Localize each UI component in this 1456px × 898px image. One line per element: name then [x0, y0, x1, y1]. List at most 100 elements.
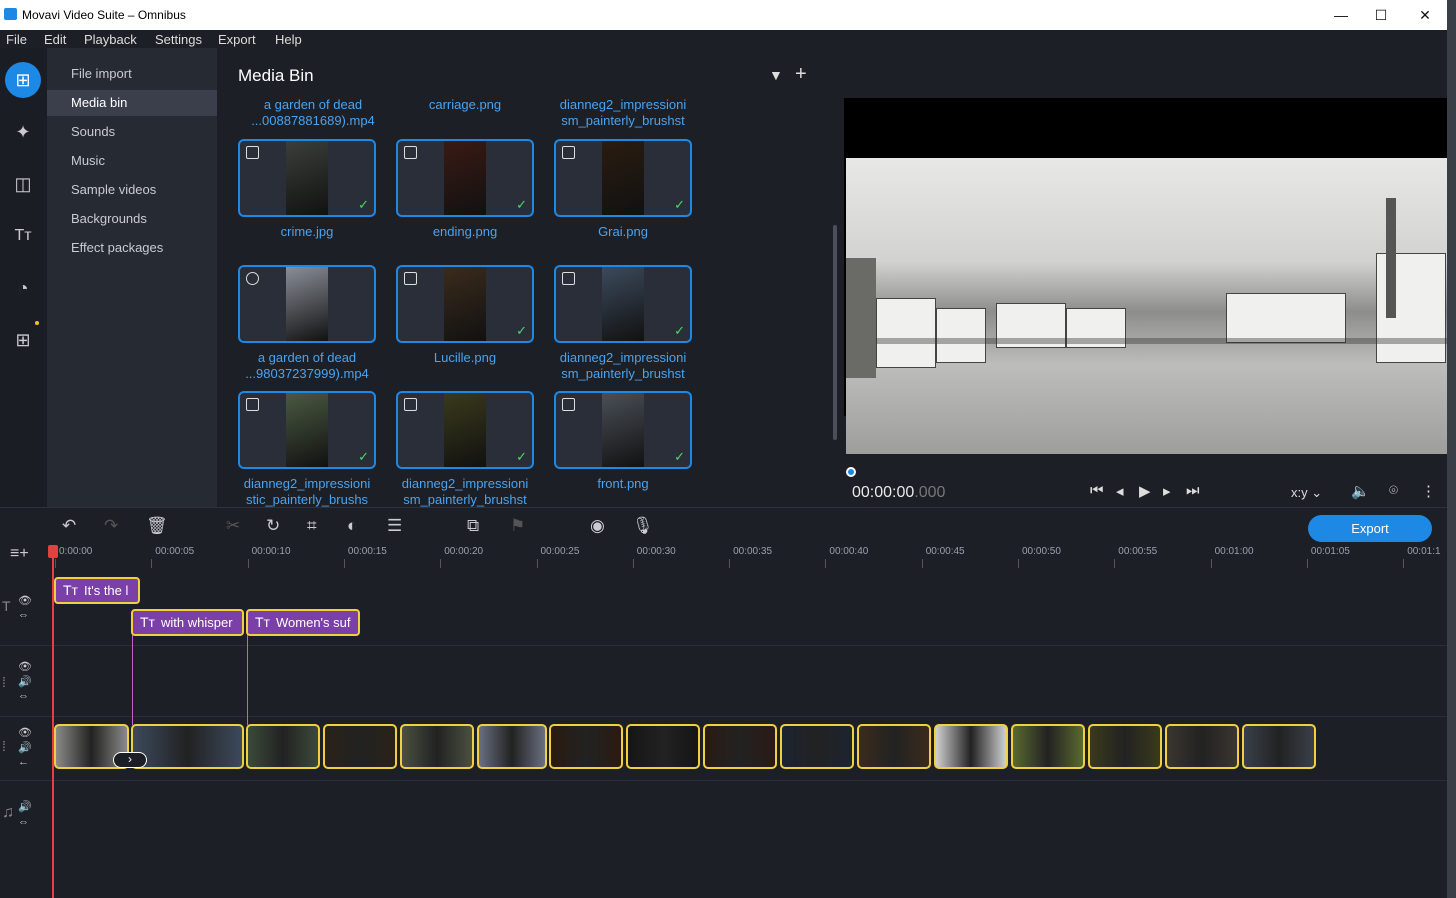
- volume-icon[interactable]: 🔊: [18, 800, 32, 813]
- video-clip[interactable]: [1165, 724, 1239, 769]
- more-tools-icon[interactable]: ⊞: [5, 322, 41, 358]
- redo-icon[interactable]: ↷: [104, 516, 118, 536]
- transitions-icon[interactable]: ◫: [5, 166, 41, 202]
- video-clip[interactable]: [703, 724, 777, 769]
- visibility-icon[interactable]: 👁: [18, 594, 32, 607]
- add-icon[interactable]: +: [795, 63, 807, 86]
- category-backgrounds[interactable]: Backgrounds: [47, 206, 217, 232]
- media-tile[interactable]: ✓: [238, 391, 376, 469]
- volume-icon[interactable]: 🔊: [18, 675, 32, 688]
- microphone-icon[interactable]: 🎙: [632, 516, 654, 536]
- next-frame-icon[interactable]: ▸: [1163, 482, 1171, 500]
- media-thumbnail: [444, 141, 486, 215]
- video-clip[interactable]: [1242, 724, 1316, 769]
- clip-properties-icon[interactable]: ☰: [387, 516, 402, 536]
- media-tile[interactable]: [238, 265, 376, 343]
- video-clip[interactable]: [131, 724, 244, 769]
- link-icon[interactable]: ⇔: [18, 609, 29, 621]
- maximize-button[interactable]: ☐: [1358, 0, 1404, 30]
- media-label: crime.jpg: [280, 224, 334, 239]
- media-tile[interactable]: ✓: [554, 139, 692, 217]
- media-tile[interactable]: ✓: [396, 139, 534, 217]
- slideshow-icon[interactable]: ⧉: [467, 516, 479, 536]
- visibility-icon[interactable]: 👁: [18, 660, 32, 673]
- volume-icon[interactable]: 🔊: [18, 741, 32, 754]
- video-clip[interactable]: [934, 724, 1008, 769]
- media-tile[interactable]: ✓: [554, 265, 692, 343]
- video-clip[interactable]: [626, 724, 700, 769]
- video-clip[interactable]: [549, 724, 623, 769]
- menu-help[interactable]: Help: [275, 32, 302, 47]
- title-clip[interactable]: Tт Women's suf: [246, 609, 360, 636]
- color-adjust-icon[interactable]: ◐: [347, 516, 357, 536]
- stickers-icon[interactable]: ◔: [5, 270, 41, 306]
- visibility-icon[interactable]: 👁: [18, 726, 32, 739]
- prev-frame-icon[interactable]: ◂: [1116, 482, 1124, 500]
- play-icon[interactable]: ▶: [1139, 482, 1151, 500]
- ruler-tick: [1114, 559, 1116, 568]
- video-clip[interactable]: [1088, 724, 1162, 769]
- tool-rail: ⊞ ✦ ◫ Tт ◔ ⊞: [0, 48, 47, 507]
- cut-icon[interactable]: ✂: [226, 516, 240, 536]
- timeline-ruler[interactable]: 0:00:00 00:00:05 00:00:10 00:00:15 00:00:20 0…: [47, 545, 1447, 568]
- title-clip[interactable]: Tт with whisper: [131, 609, 244, 636]
- media-tile[interactable]: ✓: [396, 391, 534, 469]
- aspect-ratio-select[interactable]: x:y ⌄: [1291, 485, 1322, 501]
- undo-icon[interactable]: ↶: [62, 516, 76, 536]
- video-clip[interactable]: [246, 724, 320, 769]
- media-thumbnail: [444, 393, 486, 467]
- preview-scrubber-knob[interactable]: [846, 467, 856, 477]
- rotate-icon[interactable]: ↻: [266, 516, 280, 536]
- snapshot-icon[interactable]: ⌾: [1389, 482, 1398, 499]
- category-effect-packages[interactable]: Effect packages: [47, 235, 217, 261]
- menu-export[interactable]: Export: [218, 32, 256, 47]
- media-label: dianneg2_impressioni stic_painterly_brush…: [243, 476, 371, 507]
- menu-playback[interactable]: Playback: [84, 32, 137, 47]
- transition-icon[interactable]: ›: [113, 752, 147, 768]
- media-tile[interactable]: ✓: [238, 139, 376, 217]
- go-to-start-icon[interactable]: ⏮: [1090, 482, 1104, 499]
- export-button[interactable]: Export: [1308, 515, 1432, 542]
- more-options-icon[interactable]: ⋮: [1421, 482, 1436, 500]
- marker-icon[interactable]: ⚑: [510, 516, 525, 536]
- video-clip[interactable]: [857, 724, 931, 769]
- video-clip[interactable]: [477, 724, 547, 769]
- filter-icon[interactable]: ▼: [769, 67, 783, 83]
- volume-icon[interactable]: 🔈: [1351, 482, 1370, 500]
- media-tile[interactable]: ✓: [554, 391, 692, 469]
- record-icon[interactable]: ◉: [590, 516, 605, 536]
- category-music[interactable]: Music: [47, 148, 217, 174]
- media-tile[interactable]: ✓: [396, 265, 534, 343]
- video-clip[interactable]: [323, 724, 397, 769]
- video-clip[interactable]: [1011, 724, 1085, 769]
- add-track-icon[interactable]: ≡+: [10, 545, 29, 563]
- category-media-bin[interactable]: Media bin: [47, 90, 217, 116]
- category-sounds[interactable]: Sounds: [47, 119, 217, 145]
- menu-edit[interactable]: Edit: [44, 32, 66, 47]
- ruler-tick-label: 00:00:45: [925, 546, 965, 557]
- preview-timecode: 00:00:00.000: [852, 484, 946, 501]
- menu-file[interactable]: File: [6, 32, 27, 47]
- link-icon[interactable]: ⇔: [18, 690, 29, 702]
- titles-icon[interactable]: Tт: [5, 218, 41, 254]
- title-clip[interactable]: Tт It's the l: [54, 577, 140, 604]
- link-icon[interactable]: ⇔: [18, 816, 29, 828]
- video-clip[interactable]: [400, 724, 474, 769]
- menu-bar: File Edit Playback Settings Export Help: [0, 30, 1447, 48]
- category-sample-videos[interactable]: Sample videos: [47, 177, 217, 203]
- menu-settings[interactable]: Settings: [155, 32, 202, 47]
- magic-wand-icon[interactable]: ✦: [5, 114, 41, 150]
- crop-icon[interactable]: ⌗: [307, 516, 317, 536]
- close-button[interactable]: ✕: [1402, 0, 1448, 30]
- video-clip[interactable]: [780, 724, 854, 769]
- delete-icon[interactable]: 🗑: [146, 516, 168, 536]
- playhead[interactable]: [52, 545, 54, 898]
- arrow-left-icon[interactable]: ←: [18, 756, 29, 768]
- import-icon[interactable]: ⊞: [5, 62, 41, 98]
- go-to-end-icon[interactable]: ⏭: [1186, 482, 1200, 499]
- media-bin-scrollbar[interactable]: [833, 225, 837, 440]
- media-thumbnail: [602, 267, 644, 341]
- playhead-handle[interactable]: [48, 545, 58, 558]
- ruler-tick: [151, 559, 153, 568]
- category-file-import[interactable]: File import: [47, 61, 217, 87]
